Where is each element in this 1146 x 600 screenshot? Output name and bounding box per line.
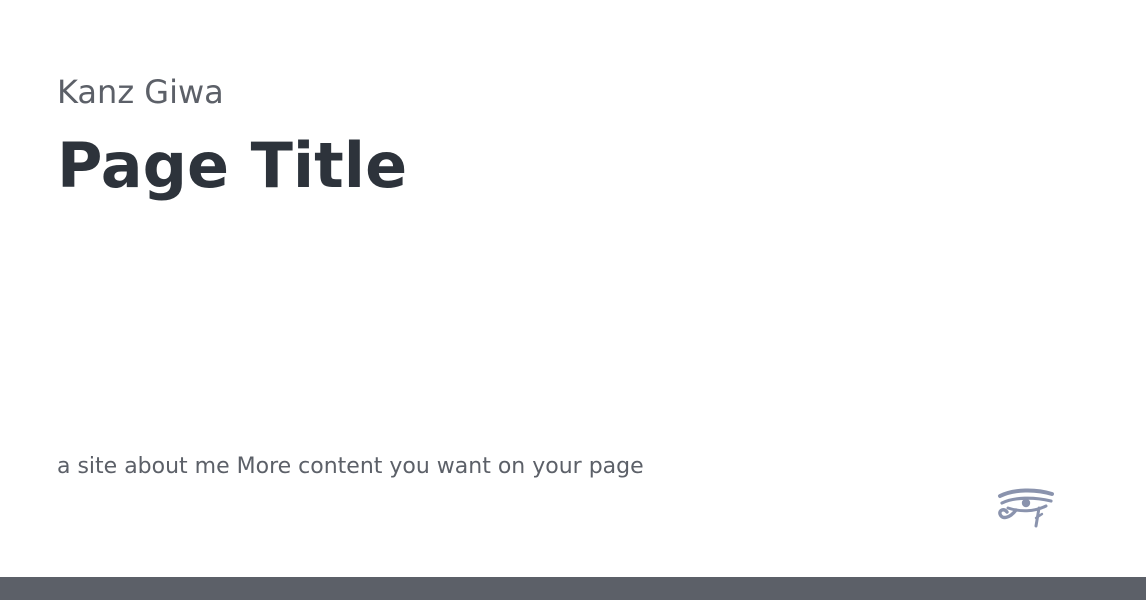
logo <box>996 488 1056 532</box>
site-name: Kanz Giwa <box>57 73 224 111</box>
eye-of-horus-icon <box>998 488 1054 528</box>
footer-bar <box>0 577 1146 600</box>
site-description: a site about me More content you want on… <box>57 454 644 479</box>
page-title: Page Title <box>57 129 408 202</box>
